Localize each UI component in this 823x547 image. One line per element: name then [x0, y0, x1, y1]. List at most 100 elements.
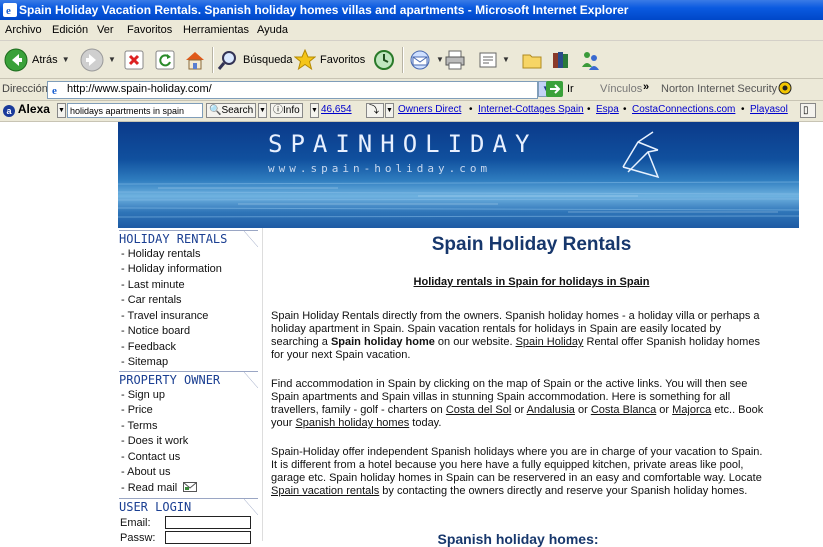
site-banner[interactable]: SPAINHOLIDAY www.spain-holiday.com	[118, 122, 799, 228]
search-button[interactable]: Búsqueda	[217, 41, 293, 78]
login-password-input[interactable]	[165, 531, 251, 544]
left-sidebar: HOLIDAY RENTALS - Holiday rentals - Holi…	[118, 228, 261, 544]
back-arrow-icon	[4, 48, 28, 71]
internet-explorer-icon: e	[3, 3, 17, 17]
alexa-logo-icon: a	[3, 105, 15, 117]
link-costa-del-sol[interactable]: Costa del Sol	[446, 404, 511, 416]
intro-paragraph-1: Spain Holiday Rentals directly from the …	[271, 310, 760, 361]
norton-toolbar-label[interactable]: Norton Internet Security	[661, 83, 777, 95]
sidebar-item-read-mail[interactable]: - Read mail	[121, 481, 198, 495]
right-margin	[799, 122, 823, 541]
sidebar-heading-holiday-rentals: HOLIDAY RENTALS	[119, 230, 258, 247]
alexa-search-input[interactable]: holidays apartments in spain	[67, 103, 203, 118]
favorites-star-icon	[294, 48, 316, 70]
edit-dropdown-icon[interactable]: ▼	[502, 55, 510, 64]
forward-arrow-icon	[80, 48, 104, 71]
menu-ayuda[interactable]: Ayuda	[257, 20, 288, 40]
sidebar-item-car-rentals[interactable]: - Car rentals	[121, 293, 182, 307]
related-links-icon[interactable]: ⤵	[366, 103, 384, 118]
alexa-rank-link[interactable]: 46,654	[321, 104, 352, 115]
alexa-logo[interactable]: a Alexa	[3, 102, 50, 117]
sidebar-item-sitemap[interactable]: - Sitemap	[121, 355, 168, 369]
sidebar-item-last-minute[interactable]: - Last minute	[121, 278, 185, 292]
info-dropdown-icon[interactable]: ▼	[310, 103, 319, 118]
back-dropdown-icon[interactable]: ▼	[62, 55, 70, 64]
link-andalusia[interactable]: Andalusia	[527, 404, 575, 416]
research-button[interactable]	[550, 41, 572, 78]
window-title: Spain Holiday Vacation Rentals. Spanish …	[19, 3, 629, 17]
login-email-input[interactable]	[165, 516, 251, 529]
sidebar-item-about-us[interactable]: - About us	[121, 465, 171, 479]
page-icon: e	[50, 83, 63, 96]
home-icon	[186, 51, 204, 69]
alexa-link-espa[interactable]: Espa	[596, 104, 619, 115]
alexa-toolbar: a Alexa ▼ holidays apartments in spain 🔍…	[0, 101, 823, 122]
banner-url: www.spain-holiday.com	[268, 162, 492, 175]
alexa-info-button[interactable]: ⓘInfo	[270, 103, 303, 118]
alexa-extra-icon[interactable]: ▯	[800, 103, 816, 118]
sidebar-item-feedback[interactable]: - Feedback	[121, 340, 176, 354]
alexa-search-button[interactable]: 🔍Search	[206, 103, 257, 118]
sidebar-item-notice-board[interactable]: - Notice board	[121, 324, 190, 338]
sidebar-item-holiday-rentals[interactable]: - Holiday rentals	[121, 247, 200, 261]
mail-icon	[410, 50, 430, 69]
link-spain-vacation-rentals[interactable]: Spain vacation rentals	[271, 485, 379, 497]
address-label: Dirección	[2, 83, 48, 95]
sidebar-item-does-it-work[interactable]: - Does it work	[121, 434, 188, 448]
sidebar-item-terms[interactable]: - Terms	[121, 419, 157, 433]
edit-document-icon	[479, 52, 497, 67]
go-button[interactable]: Ir	[567, 83, 574, 95]
link-spanish-holiday-homes[interactable]: Spanish holiday homes	[295, 417, 409, 429]
forward-dropdown-icon[interactable]: ▼	[108, 55, 116, 64]
section-heading-holiday-homes: Spanish holiday homes:	[437, 531, 599, 547]
link-majorca[interactable]: Majorca	[672, 404, 711, 416]
menu-bar: Archivo Edición Ver Favoritos Herramient…	[0, 20, 823, 41]
back-button[interactable]: Atrás ▼	[4, 41, 70, 78]
links-label[interactable]: Vínculos	[600, 83, 642, 95]
sidebar-item-price[interactable]: - Price	[121, 403, 153, 417]
norton-icon[interactable]	[778, 81, 792, 95]
menu-ver[interactable]: Ver	[97, 20, 114, 40]
discuss-button[interactable]	[521, 41, 543, 78]
address-url: http://www.spain-holiday.com/	[67, 83, 212, 95]
forward-button[interactable]: ▼	[80, 41, 116, 78]
menu-archivo[interactable]: Archivo	[5, 20, 42, 40]
favorites-button[interactable]: Favoritos	[294, 41, 365, 78]
stop-button[interactable]	[124, 41, 144, 78]
sidebar-heading-user-login: USER LOGIN	[119, 498, 258, 515]
refresh-icon	[155, 50, 175, 69]
links-chevron[interactable]: »	[643, 81, 649, 93]
link-costa-blanca[interactable]: Costa Blanca	[591, 404, 656, 416]
alexa-link-costaconnections[interactable]: CostaConnections.com	[632, 104, 735, 115]
window-title-bar[interactable]: e Spain Holiday Vacation Rentals. Spanis…	[0, 0, 823, 20]
home-button[interactable]	[184, 41, 206, 78]
link-spain-holiday[interactable]: Spain Holiday	[516, 336, 584, 348]
refresh-button[interactable]	[155, 41, 175, 78]
edit-button[interactable]: ▼	[478, 41, 510, 78]
stop-icon	[124, 50, 144, 69]
print-button[interactable]	[444, 41, 466, 78]
page-subtitle-link[interactable]: Holiday rentals in Spain for holidays in…	[263, 276, 800, 288]
sidebar-item-travel-insurance[interactable]: - Travel insurance	[121, 309, 208, 323]
mail-button[interactable]: ▼	[408, 41, 444, 78]
svg-text:e: e	[52, 85, 57, 96]
alexa-link-owners-direct[interactable]: Owners Direct	[398, 104, 461, 115]
sidebar-item-holiday-information[interactable]: - Holiday information	[121, 262, 222, 276]
menu-herramientas[interactable]: Herramientas	[183, 20, 249, 40]
menu-favoritos[interactable]: Favoritos	[127, 20, 172, 40]
alexa-link-playasol[interactable]: Playasol	[750, 104, 788, 115]
related-dropdown-icon[interactable]: ▼	[385, 103, 394, 118]
mail-dropdown-icon[interactable]: ▼	[436, 55, 444, 64]
menu-edicion[interactable]: Edición	[52, 20, 88, 40]
address-input[interactable]: e http://www.spain-holiday.com/	[47, 81, 538, 99]
alexa-menu-dropdown-icon[interactable]: ▼	[57, 103, 66, 118]
sidebar-item-sign-up[interactable]: - Sign up	[121, 388, 165, 402]
history-button[interactable]	[373, 41, 395, 78]
sidebar-item-contact-us[interactable]: - Contact us	[121, 450, 180, 464]
messenger-button[interactable]	[579, 41, 601, 78]
search-magnifier-icon	[217, 50, 236, 70]
go-arrow-icon[interactable]	[546, 81, 563, 97]
search-dropdown-icon[interactable]: ▼	[258, 103, 267, 118]
standard-toolbar: Atrás ▼ ▼ Búsqueda Favoritos ▼ ▼	[0, 41, 823, 79]
alexa-link-internet-cottages[interactable]: Internet-Cottages Spain	[478, 104, 584, 115]
